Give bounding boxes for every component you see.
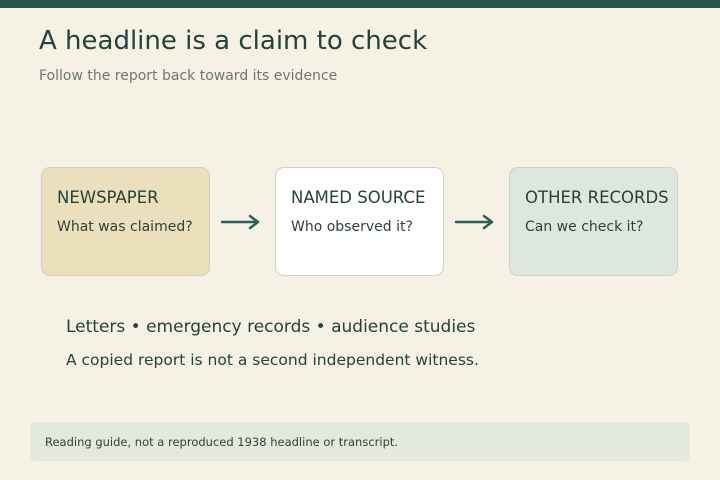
page-subtitle: Follow the report back toward its eviden…: [39, 68, 338, 84]
step-named-source-question: Who observed it?: [291, 219, 413, 235]
step-other-records: OTHER RECORDS Can we check it?: [509, 167, 678, 276]
page-title: A headline is a claim to check: [39, 26, 428, 56]
top-accent-bar: [0, 0, 720, 8]
step-newspaper-label: NEWSPAPER: [57, 188, 159, 207]
source-types: Letters • emergency records • audience s…: [66, 317, 476, 337]
independence-note: A copied report is not a second independ…: [66, 351, 479, 369]
arrow-right-icon: [455, 214, 494, 230]
footer-disclaimer: Reading guide, not a reproduced 1938 hea…: [30, 422, 690, 461]
step-other-records-question: Can we check it?: [525, 219, 644, 235]
step-newspaper: NEWSPAPER What was claimed?: [41, 167, 210, 276]
arrow-right-icon: [221, 214, 260, 230]
step-other-records-label: OTHER RECORDS: [525, 188, 669, 207]
step-named-source-label: NAMED SOURCE: [291, 188, 426, 207]
step-named-source: NAMED SOURCE Who observed it?: [275, 167, 444, 276]
step-newspaper-question: What was claimed?: [57, 219, 193, 235]
